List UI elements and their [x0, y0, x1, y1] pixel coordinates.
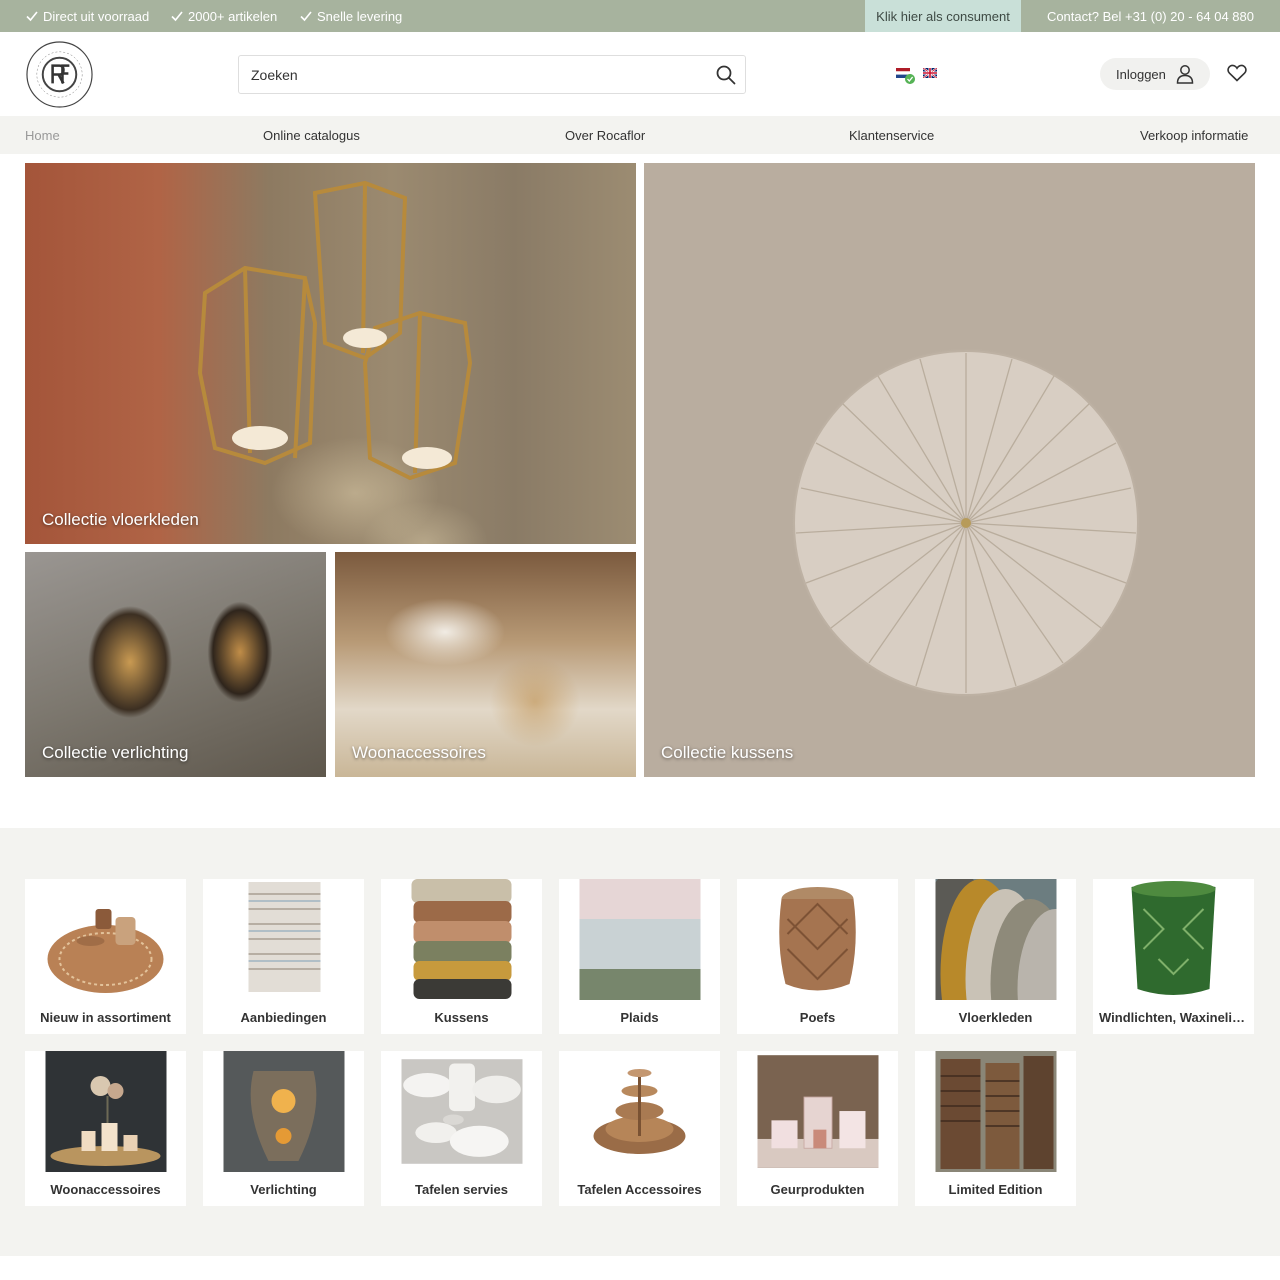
- nav-verkoop-informatie[interactable]: Verkoop informatie: [1140, 116, 1248, 154]
- category-image: [47, 909, 163, 993]
- nav-over-rocaflor[interactable]: Over Rocaflor: [565, 116, 645, 154]
- category-verlichting[interactable]: Verlichting: [203, 1051, 364, 1206]
- search-input[interactable]: [239, 56, 709, 93]
- category-image: [778, 887, 856, 991]
- hero-tile-vloerkleden[interactable]: Collectie vloerkleden: [25, 163, 636, 544]
- nav-klantenservice[interactable]: Klantenservice: [849, 116, 934, 154]
- round-cushion-image: [793, 350, 1139, 696]
- category-image: [1131, 881, 1215, 995]
- lantern-image: [197, 180, 473, 481]
- heart-icon[interactable]: [1227, 64, 1247, 82]
- category-section: Nieuw in assortiment Aanbiedingen Kussen…: [0, 828, 1280, 1256]
- category-aanbiedingen[interactable]: Aanbiedingen: [203, 879, 364, 1034]
- category-image: [593, 1069, 685, 1154]
- category-label: Woonaccessoires: [50, 1182, 161, 1197]
- category-image: [45, 1051, 166, 1172]
- main-navigation: Home Online catalogus Over Rocaflor Klan…: [0, 116, 1280, 154]
- category-geurprodukten[interactable]: Geurprodukten: [737, 1051, 898, 1206]
- category-label: Verlichting: [250, 1182, 317, 1197]
- selected-check-icon: [905, 74, 915, 84]
- category-windlichten[interactable]: Windlichten, Waxinelichthouders: [1093, 879, 1254, 1034]
- consumer-link[interactable]: Klik hier als consument: [865, 0, 1021, 32]
- contact-phone[interactable]: Contact? Bel +31 (0) 20 - 64 04 880: [1047, 0, 1254, 32]
- check-icon: [26, 11, 38, 22]
- category-plaids[interactable]: Plaids: [559, 879, 720, 1034]
- category-label: Limited Edition: [948, 1182, 1043, 1197]
- login-button[interactable]: Inloggen: [1100, 58, 1210, 90]
- category-label: Kussens: [434, 1010, 489, 1025]
- category-label: Tafelen servies: [415, 1182, 508, 1197]
- category-image: [579, 879, 700, 1000]
- usp-delivery: Snelle levering: [300, 0, 402, 32]
- hero-caption: Collectie verlichting: [42, 743, 189, 762]
- category-label: Nieuw in assortiment: [40, 1010, 171, 1025]
- category-image: [935, 879, 1056, 1000]
- category-kussens[interactable]: Kussens: [381, 879, 542, 1034]
- category-image: [411, 879, 511, 999]
- english-flag-icon[interactable]: [923, 68, 937, 78]
- category-nieuw-in-assortiment[interactable]: Nieuw in assortiment: [25, 879, 186, 1034]
- header: Inloggen: [0, 32, 1280, 116]
- category-label: Geurprodukten: [770, 1182, 865, 1197]
- category-tafelen-servies[interactable]: Tafelen servies: [381, 1051, 542, 1206]
- category-label: Windlichten, Waxinelichthouders: [1099, 1010, 1248, 1025]
- hero-tile-kussens[interactable]: Collectie kussens: [644, 163, 1255, 777]
- category-vloerkleden[interactable]: Vloerkleden: [915, 879, 1076, 1034]
- nav-online-catalogus[interactable]: Online catalogus: [263, 116, 360, 154]
- hero-caption: Collectie kussens: [661, 743, 794, 762]
- category-woonaccessoires[interactable]: Woonaccessoires: [25, 1051, 186, 1206]
- hero-caption: Collectie vloerkleden: [42, 510, 199, 529]
- hero-caption: Woonaccessoires: [352, 743, 486, 762]
- usp-stock: Direct uit voorraad: [26, 0, 149, 32]
- nav-home[interactable]: Home: [25, 116, 60, 154]
- search-icon[interactable]: [715, 64, 737, 86]
- category-label: Tafelen Accessoires: [577, 1182, 702, 1197]
- hero-tile-woonaccessoires[interactable]: Woonaccessoires: [335, 552, 636, 777]
- category-image: [757, 1055, 878, 1168]
- category-limited-edition[interactable]: Limited Edition: [915, 1051, 1076, 1206]
- category-label: Aanbiedingen: [240, 1010, 327, 1025]
- check-icon: [300, 11, 312, 22]
- category-label: Vloerkleden: [958, 1010, 1033, 1025]
- category-image: [248, 882, 320, 992]
- category-tafelen-accessoires[interactable]: Tafelen Accessoires: [559, 1051, 720, 1206]
- category-label: Poefs: [799, 1010, 836, 1025]
- category-image: [935, 1051, 1056, 1172]
- hero-tile-verlichting[interactable]: Collectie verlichting: [25, 552, 326, 777]
- user-icon: [1176, 65, 1194, 84]
- rocaflor-logo[interactable]: [25, 40, 94, 109]
- check-icon: [171, 11, 183, 22]
- usp-articles: 2000+ artikelen: [171, 0, 277, 32]
- search-box: [238, 55, 746, 94]
- category-image: [401, 1059, 522, 1164]
- category-image: [223, 1051, 344, 1172]
- category-poefs[interactable]: Poefs: [737, 879, 898, 1034]
- category-label: Plaids: [620, 1010, 659, 1025]
- top-info-bar: Direct uit voorraad 2000+ artikelen Snel…: [0, 0, 1280, 32]
